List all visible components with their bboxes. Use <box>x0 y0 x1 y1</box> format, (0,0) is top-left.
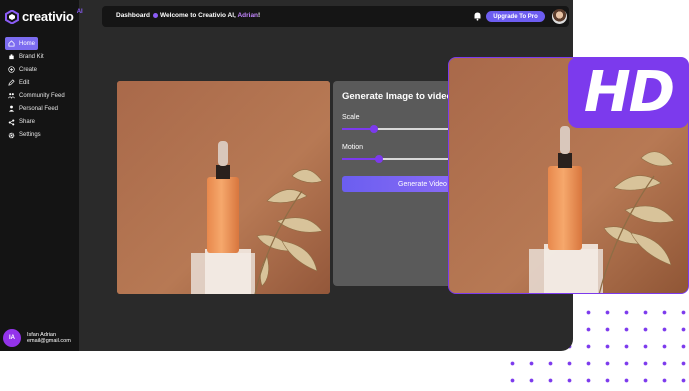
brand-kit-icon <box>9 54 14 60</box>
sidebar-item-label: Create <box>19 66 38 73</box>
sidebar-item-label: Settings <box>19 132 41 139</box>
user-info: Isfan Adrian email@gmail.com <box>27 332 71 345</box>
edit-icon <box>8 79 15 86</box>
upgrade-button[interactable]: Upgrade To Pro <box>486 11 545 22</box>
community-icon <box>8 93 15 100</box>
product-image <box>117 81 330 294</box>
dashboard-label: Dashboard <box>116 12 150 19</box>
breadcrumb[interactable]: Dashboard <box>116 12 158 19</box>
generate-panel: Generate Image to video Scale Motion Gen… <box>333 81 463 286</box>
scale-label: Scale <box>342 114 360 121</box>
sidebar-item-label: Edit <box>19 79 30 86</box>
panel-title: Generate Image to video <box>342 91 453 102</box>
logo-text: creativio <box>22 9 74 24</box>
product-photo-illustration <box>117 81 330 294</box>
stage: creativio AI Home Brand Kit Create Edit … <box>0 0 689 391</box>
sidebar-item-label: Home <box>18 40 35 47</box>
motion-slider-handle[interactable] <box>375 155 384 163</box>
logo[interactable]: creativio AI <box>5 9 83 24</box>
plus-circle-icon <box>8 66 15 73</box>
person-icon <box>8 106 15 113</box>
home-icon <box>8 40 15 47</box>
sidebar-nav: Home Brand Kit Create Edit Community Fee… <box>5 37 75 142</box>
hd-badge: HD <box>568 57 689 128</box>
hd-badge-text: HD <box>583 60 675 125</box>
sidebar-item-label: Community Feed <box>19 92 65 99</box>
welcome-suffix: ! <box>258 12 261 19</box>
logo-icon <box>5 9 19 24</box>
welcome-name: Adrian <box>237 12 259 19</box>
sidebar: creativio AI Home Brand Kit Create Edit … <box>0 0 83 351</box>
sidebar-item-label: Brand Kit <box>19 53 44 60</box>
avatar: IA <box>3 329 21 347</box>
sidebar-item-brand-kit[interactable]: Brand Kit <box>5 50 75 63</box>
generate-video-button[interactable]: Generate Video <box>342 176 463 192</box>
sidebar-item-personal-feed[interactable]: Personal Feed <box>5 102 75 115</box>
sidebar-item-edit[interactable]: Edit <box>5 76 75 89</box>
sidebar-item-settings[interactable]: Settings <box>5 129 75 142</box>
motion-slider[interactable] <box>342 155 462 163</box>
welcome-prefix: Welcome to Creativio AI, <box>160 12 236 19</box>
user-email: email@gmail.com <box>27 338 71 344</box>
sidebar-item-label: Share <box>19 119 36 126</box>
gear-icon <box>8 132 15 138</box>
sidebar-item-label: Personal Feed <box>19 105 59 112</box>
sidebar-item-share[interactable]: Share <box>5 116 75 129</box>
share-icon <box>8 119 15 126</box>
sidebar-item-create[interactable]: Create <box>5 63 75 76</box>
sidebar-item-community-feed[interactable]: Community Feed <box>5 89 75 102</box>
top-bar: Dashboard Welcome to Creativio AI, Adria… <box>102 6 569 27</box>
bell-icon[interactable] <box>473 11 482 21</box>
sidebar-item-home[interactable]: Home <box>5 37 38 50</box>
profile-avatar[interactable] <box>552 9 567 24</box>
scale-slider[interactable] <box>342 125 462 133</box>
scale-slider-handle[interactable] <box>370 125 379 133</box>
motion-label: Motion <box>342 144 364 151</box>
user-profile[interactable]: IA Isfan Adrian email@gmail.com <box>3 329 71 347</box>
motion-slider-fill <box>342 158 380 160</box>
welcome-message: Welcome to Creativio AI, Adrian! <box>160 12 260 19</box>
status-dot <box>152 12 158 18</box>
logo-superscript: AI <box>76 8 83 15</box>
